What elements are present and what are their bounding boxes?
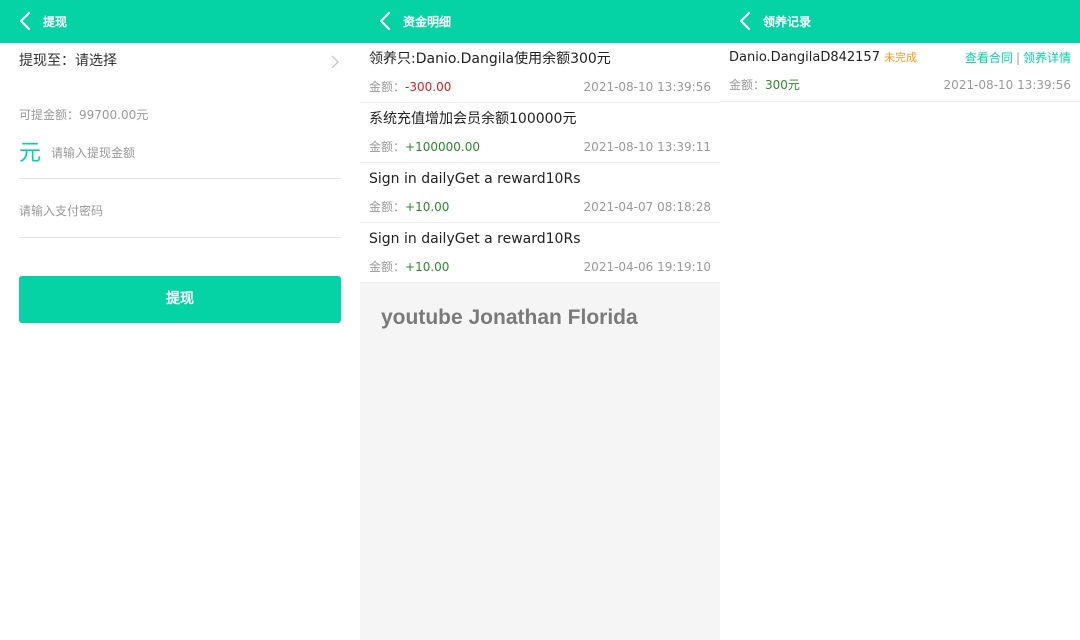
fund-amount: 金额：-300.00: [369, 79, 451, 95]
fund-time: 2021-08-10 13:39:56: [583, 80, 711, 94]
amount-value: +10.00: [405, 200, 450, 214]
amount-prefix: 金额：: [369, 260, 406, 274]
page-title: 提现: [43, 15, 68, 29]
list-item: Sign in dailyGet a reward10Rs 金额：+10.00 …: [360, 223, 720, 283]
back-button[interactable]: [12, 6, 42, 36]
amount-prefix: 金额：: [729, 78, 766, 92]
list-item: Danio.DangilaD842157 未完成 查看合同 | 领养详情 金额：300…: [720, 43, 1080, 102]
watermark-text: youtube Jonathan Florida: [381, 306, 638, 329]
chevron-left-icon: [379, 11, 391, 31]
adoption-amount: 金额：300元: [729, 77, 800, 93]
withdraw-submit-button[interactable]: 提现: [19, 276, 341, 323]
fund-amount: 金额：+10.00: [369, 199, 449, 215]
fund-title: 系统充值增加会员余额100000元: [369, 111, 577, 127]
adoption-details-link[interactable]: 领养详情: [1023, 51, 1071, 65]
adoption-links: 查看合同 | 领养详情: [965, 49, 1071, 67]
chevron-right-icon: [331, 55, 339, 69]
fund-title: Sign in dailyGet a reward10Rs: [369, 231, 581, 247]
header: 资金明细: [360, 0, 720, 43]
adoption-records-screen: 领养记录 Danio.DangilaD842157 未完成 查看合同 | 领养详情 金…: [720, 0, 1080, 640]
amount-prefix: 金额：: [369, 80, 406, 94]
back-button[interactable]: [732, 6, 762, 36]
list-item: Sign in dailyGet a reward10Rs 金额：+10.00 …: [360, 163, 720, 223]
withdraw-target-select[interactable]: 提现至：请选择: [19, 50, 341, 76]
available-amount: 可提金额：99700.00元: [19, 108, 149, 122]
amount-input[interactable]: [51, 144, 331, 162]
fund-list: 领养只:Danio.Dangila使用余额300元 金额：-300.00 202…: [360, 43, 720, 283]
select-label: 提现至：请选择: [19, 53, 117, 69]
fund-time: 2021-04-07 08:18:28: [583, 200, 711, 214]
list-item: 系统充值增加会员余额100000元 金额：+100000.00 2021-08-…: [360, 103, 720, 163]
fund-time: 2021-04-06 19:19:10: [583, 260, 711, 274]
link-separator: |: [1015, 51, 1020, 65]
pay-password-input[interactable]: [19, 202, 319, 220]
list-item: 领养只:Danio.Dangila使用余额300元 金额：-300.00 202…: [360, 43, 720, 103]
chevron-left-icon: [19, 11, 31, 31]
fund-amount: 金额：+100000.00: [369, 139, 480, 155]
page-title: 资金明细: [403, 15, 452, 29]
header: 领养记录: [720, 0, 1080, 43]
back-button[interactable]: [372, 6, 402, 36]
adoption-id: Danio.DangilaD842157: [729, 50, 880, 65]
page-title: 领养记录: [763, 15, 812, 29]
amount-value: +10.00: [405, 260, 450, 274]
fund-title: 领养只:Danio.Dangila使用余额300元: [369, 51, 611, 67]
amount-value: 300元: [765, 78, 800, 92]
currency-symbol: 元: [19, 141, 42, 166]
view-contract-link[interactable]: 查看合同: [965, 51, 1013, 65]
chevron-left-icon: [739, 11, 751, 31]
amount-prefix: 金额：: [369, 200, 406, 214]
adoption-name: Danio.DangilaD842157 未完成: [729, 49, 917, 67]
amount-row: 元: [19, 136, 341, 179]
amount-prefix: 金额：: [369, 140, 406, 154]
adoption-time: 2021-08-10 13:39:56: [943, 78, 1071, 92]
withdraw-screen: 提现 提现至：请选择 可提金额：99700.00元 元 提现: [0, 0, 360, 640]
header: 提现: [0, 0, 360, 43]
fund-title: Sign in dailyGet a reward10Rs: [369, 171, 581, 187]
fund-details-screen: 资金明细 领养只:Danio.Dangila使用余额300元 金额：-300.0…: [360, 0, 720, 640]
amount-value: -300.00: [405, 80, 452, 94]
fund-time: 2021-08-10 13:39:11: [583, 140, 711, 154]
status-badge: 未完成: [883, 51, 917, 64]
fund-amount: 金额：+10.00: [369, 259, 449, 275]
amount-value: +100000.00: [405, 140, 480, 154]
password-row: [19, 190, 341, 238]
